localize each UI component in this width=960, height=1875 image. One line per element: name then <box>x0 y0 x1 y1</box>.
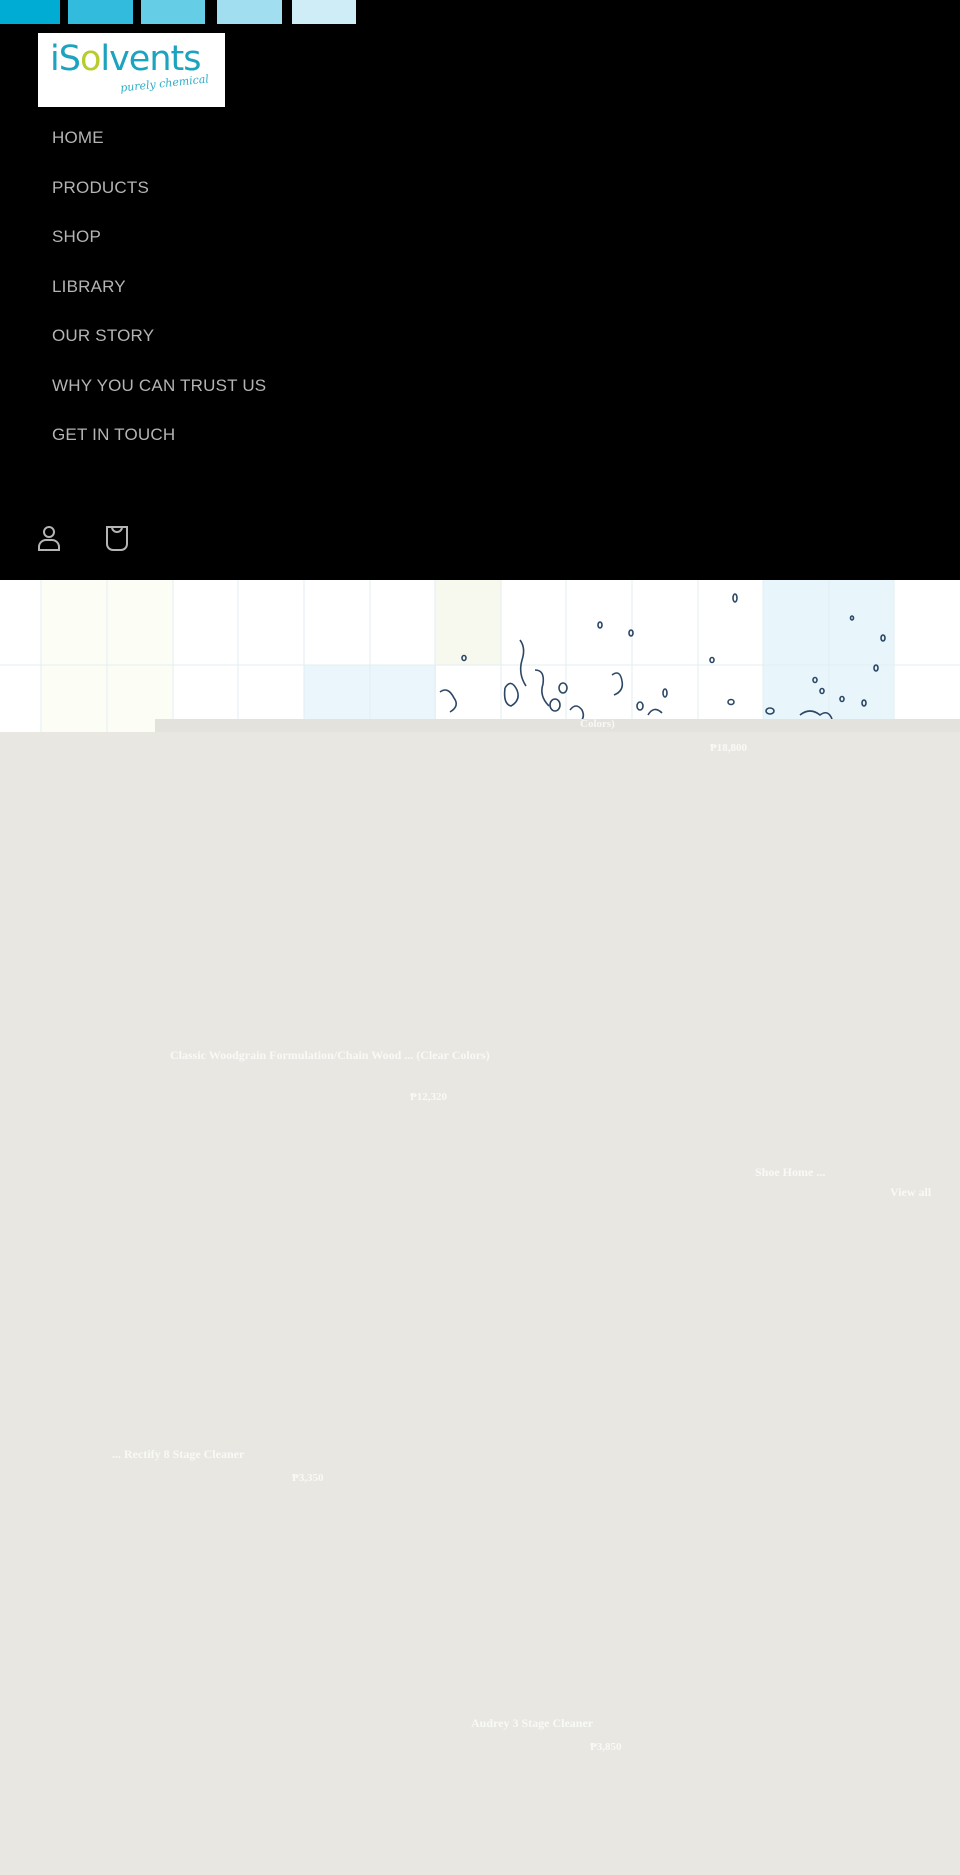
main-nav: HOME PRODUCTS SHOP LIBRARY OUR STORY WHY… <box>52 122 266 469</box>
site-header: iSolvents purely chemical HOME PRODUCTS … <box>0 0 960 580</box>
nav-item-library[interactable]: LIBRARY <box>52 271 266 321</box>
nav-item-our-story[interactable]: OUR STORY <box>52 320 266 370</box>
product-2-title[interactable]: Classic Woodgrain Formulation/Chain Wood… <box>170 1048 490 1063</box>
color-bar-2 <box>68 0 133 24</box>
product-3-price: ₱3,350 <box>292 1472 324 1484</box>
product-2-price: ₱12,320 <box>410 1091 447 1103</box>
cart-icon[interactable] <box>103 524 131 552</box>
product-1-price: ₱18,800 <box>710 742 747 754</box>
color-bar-5 <box>292 0 356 24</box>
logo-wordmark: iSolvents <box>50 39 202 79</box>
collection-title: Shoe Home ... <box>755 1165 826 1179</box>
color-bar-1 <box>0 0 60 24</box>
hero-banner-image <box>0 580 960 732</box>
product-1-title[interactable]: Colors) <box>580 718 615 730</box>
card-top-edge <box>155 719 960 732</box>
account-icon[interactable] <box>35 524 63 552</box>
nav-item-shop[interactable]: SHOP <box>52 221 266 271</box>
water-splash-graphic <box>0 580 960 732</box>
view-all-link[interactable]: View all <box>890 1185 931 1200</box>
nav-item-get-in-touch[interactable]: GET IN TOUCH <box>52 419 266 469</box>
product-4-price: ₱3,850 <box>590 1741 622 1753</box>
nav-item-home[interactable]: HOME <box>52 122 266 172</box>
nav-item-why-trust-us[interactable]: WHY YOU CAN TRUST US <box>52 370 266 420</box>
color-bar-3 <box>141 0 205 24</box>
product-4-title[interactable]: Audrey 3 Stage Cleaner <box>471 1716 593 1731</box>
brand-color-bars <box>0 0 360 24</box>
product-section <box>0 732 960 1875</box>
product-3-title[interactable]: ... Rectify 8 Stage Cleaner <box>112 1447 244 1462</box>
color-bar-4 <box>217 0 282 24</box>
site-logo[interactable]: iSolvents purely chemical <box>38 33 225 107</box>
nav-item-products[interactable]: PRODUCTS <box>52 172 266 222</box>
